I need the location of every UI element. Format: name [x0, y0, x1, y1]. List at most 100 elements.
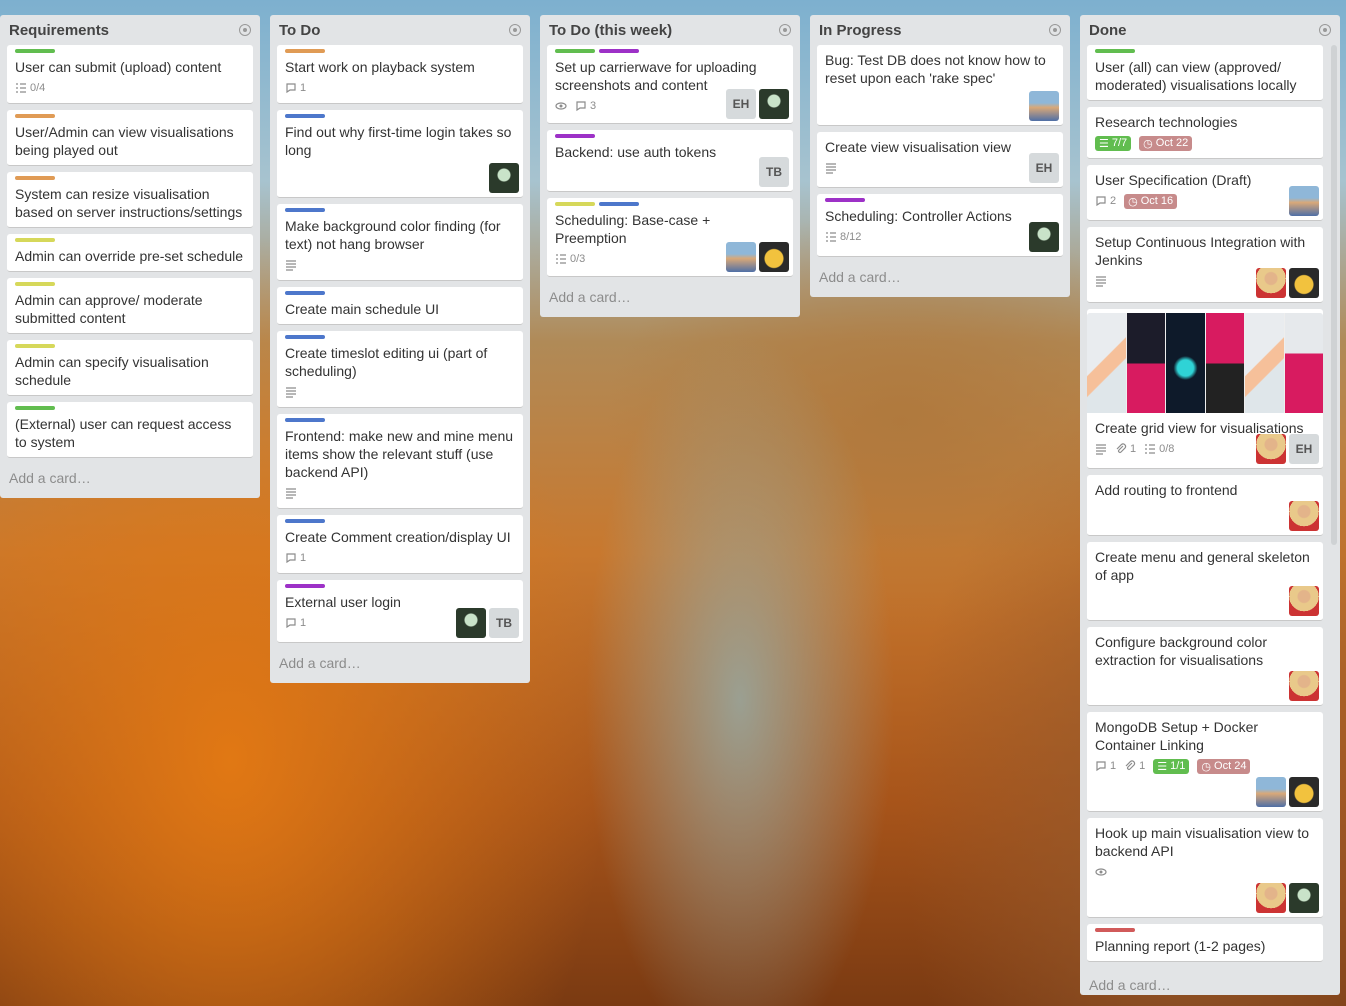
card[interactable]: Create Comment creation/display UI 1: [277, 515, 523, 574]
card[interactable]: Bug: Test DB does not know how to reset …: [817, 45, 1063, 126]
list-menu-icon[interactable]: [239, 24, 251, 36]
member-avatar[interactable]: [1289, 671, 1319, 701]
card[interactable]: System can resize visualisation based on…: [7, 172, 253, 228]
list-title[interactable]: To Do: [279, 22, 320, 39]
label-blue: [285, 114, 325, 118]
member-avatar[interactable]: [1256, 883, 1286, 913]
card-title: Add routing to frontend: [1095, 482, 1238, 498]
label-blue: [285, 335, 325, 339]
card[interactable]: Admin can approve/ moderate submitted co…: [7, 278, 253, 334]
scrollbar[interactable]: [1331, 45, 1337, 545]
card[interactable]: User can submit (upload) content 0/4: [7, 45, 253, 104]
member-avatar[interactable]: [1289, 186, 1319, 216]
add-card-button[interactable]: Add a card…: [1087, 971, 1333, 995]
add-card-button[interactable]: Add a card…: [817, 263, 1063, 297]
card[interactable]: Setup Continuous Integration with Jenkin…: [1087, 227, 1323, 303]
card[interactable]: Admin can specify visualisation schedule: [7, 340, 253, 396]
add-card-button[interactable]: Add a card…: [277, 649, 523, 683]
add-card-button[interactable]: Add a card…: [547, 283, 793, 317]
card[interactable]: (External) user can request access to sy…: [7, 402, 253, 458]
member-avatar[interactable]: [1029, 222, 1059, 252]
member-avatar[interactable]: [1256, 268, 1286, 298]
list-menu-icon[interactable]: [1049, 24, 1061, 36]
card[interactable]: User/Admin can view visualisations being…: [7, 110, 253, 166]
card-title: User Specification (Draft): [1095, 172, 1252, 188]
member-avatar[interactable]: [759, 89, 789, 119]
list-title[interactable]: To Do (this week): [549, 22, 672, 39]
card[interactable]: Hook up main visualisation view to backe…: [1087, 818, 1323, 918]
list-requirements: Requirements User can submit (upload) co…: [0, 15, 260, 498]
card[interactable]: Find out why first-time login takes so l…: [277, 110, 523, 198]
member-avatar-initials[interactable]: EH: [1029, 153, 1059, 183]
list-menu-icon[interactable]: [1319, 24, 1331, 36]
member-avatar[interactable]: [1029, 91, 1059, 121]
list-done: Done User (all) can view (approved/ mode…: [1080, 15, 1340, 995]
card[interactable]: Backend: use auth tokens TB: [547, 130, 793, 192]
attachment-icon: [1116, 443, 1127, 453]
comments-badge: 3: [575, 100, 596, 112]
card[interactable]: Start work on playback system 1: [277, 45, 523, 104]
card[interactable]: External user login 1 TB: [277, 580, 523, 643]
card[interactable]: Research technologies ☰ 7/7 ◷ Oct 22: [1087, 107, 1323, 159]
card[interactable]: Set up carrierwave for uploading screens…: [547, 45, 793, 124]
label-purple: [285, 584, 325, 588]
member-avatar[interactable]: [759, 242, 789, 272]
card[interactable]: Create timeslot editing ui (part of sche…: [277, 331, 523, 408]
member-avatar[interactable]: [1289, 777, 1319, 807]
member-avatar[interactable]: [1256, 434, 1286, 464]
label-purple: [555, 134, 595, 138]
member-avatar-initials[interactable]: TB: [489, 608, 519, 638]
card[interactable]: Create view visualisation view EH: [817, 132, 1063, 188]
checklist-badge: 0/8: [1144, 443, 1174, 455]
card[interactable]: Create main schedule UI: [277, 287, 523, 325]
member-avatar[interactable]: [1289, 883, 1319, 913]
card[interactable]: Create menu and general skeleton of app: [1087, 542, 1323, 621]
card-title: Bug: Test DB does not know how to reset …: [825, 52, 1046, 86]
list-menu-icon[interactable]: [509, 24, 521, 36]
card[interactable]: Configure background color extraction fo…: [1087, 627, 1323, 706]
member-avatar[interactable]: [1289, 268, 1319, 298]
card-title: Research technologies: [1095, 114, 1238, 130]
label-blue: [285, 208, 325, 212]
card-title: MongoDB Setup + Docker Container Linking: [1095, 719, 1259, 753]
member-avatar[interactable]: [489, 163, 519, 193]
list-title[interactable]: In Progress: [819, 22, 902, 39]
comment-icon: [1096, 761, 1106, 772]
member-avatar[interactable]: [726, 242, 756, 272]
card[interactable]: Add routing to frontend: [1087, 475, 1323, 536]
card[interactable]: Frontend: make new and mine menu items s…: [277, 414, 523, 509]
member-avatar-initials[interactable]: EH: [1289, 434, 1319, 464]
list-menu-icon[interactable]: [779, 24, 791, 36]
add-card-button[interactable]: Add a card…: [7, 464, 253, 498]
card[interactable]: Admin can override pre-set schedule: [7, 234, 253, 272]
list-to-do-this-week: To Do (this week) Set up carrierwave for…: [540, 15, 800, 317]
card[interactable]: Scheduling: Controller Actions 8/12: [817, 194, 1063, 257]
comments-badge: 2: [1095, 195, 1116, 207]
list-title[interactable]: Done: [1089, 22, 1127, 39]
card[interactable]: Create grid view for visualisations 1 0/…: [1087, 309, 1323, 469]
description-icon: [285, 259, 297, 271]
comments-badge: 1: [285, 617, 306, 629]
card-title: Setup Continuous Integration with Jenkin…: [1095, 234, 1306, 268]
label-orange: [15, 114, 55, 118]
card[interactable]: User (all) can view (approved/ moderated…: [1087, 45, 1323, 101]
checklist-icon: [556, 254, 566, 264]
label-green: [15, 49, 55, 53]
card[interactable]: MongoDB Setup + Docker Container Linking…: [1087, 712, 1323, 812]
member-avatar[interactable]: [1289, 586, 1319, 616]
label-purple: [825, 198, 865, 202]
label-blue: [285, 291, 325, 295]
member-avatar-initials[interactable]: EH: [726, 89, 756, 119]
member-avatar-initials[interactable]: TB: [759, 157, 789, 187]
member-avatar[interactable]: [1256, 777, 1286, 807]
card[interactable]: Scheduling: Base-case + Preemption 0/3: [547, 198, 793, 277]
description-icon: [825, 162, 837, 174]
done-card-scroll-area[interactable]: User (all) can view (approved/ moderated…: [1087, 45, 1323, 971]
card[interactable]: Make background color finding (for text)…: [277, 204, 523, 281]
card[interactable]: Planning report (1-2 pages): [1087, 924, 1323, 962]
member-avatar[interactable]: [456, 608, 486, 638]
card[interactable]: User Specification (Draft) 2 ◷ Oct 16: [1087, 165, 1323, 221]
member-avatar[interactable]: [1289, 501, 1319, 531]
checklist-icon: [826, 232, 836, 242]
list-title[interactable]: Requirements: [9, 22, 109, 39]
